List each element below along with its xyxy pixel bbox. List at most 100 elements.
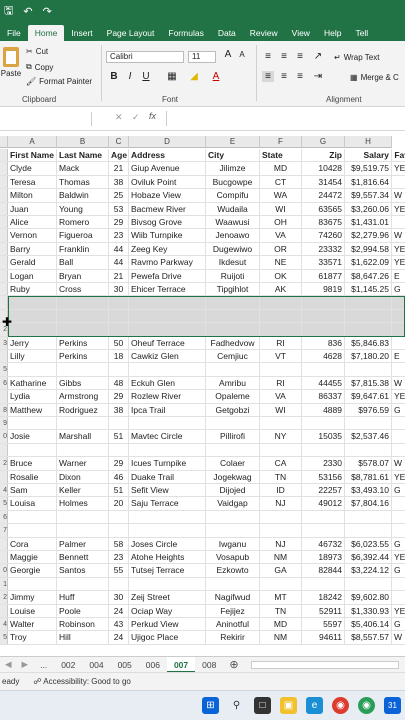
cell[interactable]: Bacmew River xyxy=(129,202,206,215)
row-header[interactable] xyxy=(0,443,8,457)
indent-icon[interactable]: ⇥ xyxy=(312,71,324,82)
fill-color-icon[interactable]: ◢ xyxy=(188,71,200,82)
cell[interactable]: Young xyxy=(57,202,109,215)
row-header[interactable]: 2 xyxy=(0,591,8,604)
cell[interactable] xyxy=(129,577,206,591)
cell[interactable]: Ezkowto xyxy=(206,564,260,577)
cell[interactable] xyxy=(392,578,405,590)
cell[interactable]: $6,392.44 xyxy=(345,551,392,564)
cell[interactable]: Duake Trail xyxy=(129,470,206,483)
cell[interactable]: $9,647.61 xyxy=(345,390,392,403)
cell[interactable]: CT xyxy=(260,175,302,189)
cell[interactable]: Giup Avenue xyxy=(129,162,206,175)
cell[interactable]: 24 xyxy=(109,604,129,617)
cell[interactable] xyxy=(206,309,260,323)
cell[interactable]: 836 xyxy=(302,336,345,349)
cell[interactable]: Barry xyxy=(8,242,57,256)
cell[interactable]: Perkins xyxy=(57,350,109,363)
row-header[interactable] xyxy=(0,216,8,229)
cell[interactable] xyxy=(392,497,405,509)
tab-page-layout[interactable]: Page Layout xyxy=(100,25,162,41)
row-header[interactable]: 2 xyxy=(0,457,8,470)
row-header[interactable] xyxy=(0,229,8,242)
column-title[interactable]: Salary xyxy=(345,149,392,162)
align-right-icon[interactable]: ≡ xyxy=(294,71,306,82)
cell[interactable]: 23332 xyxy=(302,242,345,256)
cell[interactable]: NM xyxy=(260,631,302,644)
cell[interactable]: Georgie xyxy=(8,564,57,577)
cell[interactable] xyxy=(8,323,57,336)
cell[interactable]: Jenoawo xyxy=(206,229,260,242)
cell[interactable] xyxy=(8,417,57,430)
cell[interactable]: 43 xyxy=(109,618,129,631)
cell[interactable]: YE xyxy=(392,551,405,563)
row-header[interactable]: 7 xyxy=(0,524,8,537)
cell[interactable]: $2,279.96 xyxy=(345,229,392,242)
cell[interactable]: TN xyxy=(260,470,302,483)
cell[interactable]: Figueroa xyxy=(57,229,109,242)
cell[interactable]: Rodriguez xyxy=(57,403,109,416)
row-header[interactable]: 3 xyxy=(0,336,8,349)
cell[interactable]: Pillirofi xyxy=(206,430,260,443)
app-icon[interactable]: ◉ xyxy=(358,697,375,714)
column-title[interactable]: Fav xyxy=(392,149,405,161)
cell[interactable]: Baldwin xyxy=(57,189,109,202)
cell[interactable]: Ociap Way xyxy=(129,604,206,617)
cell[interactable]: 83675 xyxy=(302,216,345,229)
merge-center-button[interactable]: ▦ Merge & C xyxy=(350,73,399,82)
cell[interactable]: Lydia xyxy=(8,390,57,403)
cell[interactable] xyxy=(302,443,345,457)
cell[interactable]: 58 xyxy=(109,537,129,550)
cell[interactable] xyxy=(109,417,129,430)
cell[interactable]: 10428 xyxy=(302,162,345,175)
cell[interactable]: 44 xyxy=(109,256,129,269)
cell[interactable]: $7,804.16 xyxy=(345,497,392,510)
cell[interactable]: Oviluk Point xyxy=(129,175,206,189)
cell[interactable]: Rosalie xyxy=(8,470,57,483)
cell[interactable] xyxy=(206,323,260,336)
cell[interactable]: 18 xyxy=(109,350,129,363)
italic-button[interactable]: I xyxy=(124,71,136,82)
cell[interactable] xyxy=(302,417,345,430)
tab-tell[interactable]: Tell xyxy=(348,25,375,41)
cell[interactable]: Keller xyxy=(57,484,109,497)
cell[interactable]: YE xyxy=(392,243,405,255)
cell[interactable]: YE xyxy=(392,471,405,483)
cell[interactable]: Fadhedvow xyxy=(206,336,260,349)
cell[interactable]: 4889 xyxy=(302,403,345,416)
cell[interactable]: Nagifwud xyxy=(206,591,260,604)
row-header[interactable] xyxy=(0,296,8,309)
column-title[interactable]: Zip xyxy=(302,149,345,162)
cell[interactable]: E xyxy=(392,350,405,362)
cell[interactable]: G xyxy=(392,484,405,496)
orientation-icon[interactable]: ↗ xyxy=(312,51,324,62)
cell[interactable]: 63565 xyxy=(302,202,345,215)
calendar-icon[interactable]: 31 xyxy=(384,697,401,714)
row-header[interactable] xyxy=(0,242,8,256)
copy-button[interactable]: ⧉ Copy xyxy=(26,62,53,72)
cell[interactable] xyxy=(392,417,405,429)
row-header[interactable] xyxy=(0,537,8,550)
cell[interactable] xyxy=(345,309,392,323)
cell[interactable]: Icues Turnpike xyxy=(129,457,206,470)
cell[interactable]: Pewefa Drive xyxy=(129,269,206,282)
cell[interactable]: Jerry xyxy=(8,336,57,349)
cell[interactable] xyxy=(260,577,302,591)
cell[interactable] xyxy=(57,323,109,336)
cell[interactable] xyxy=(302,510,345,524)
column-header-d[interactable]: D xyxy=(129,136,206,148)
cell[interactable]: Getgobzi xyxy=(206,403,260,416)
cell[interactable]: $2,537.46 xyxy=(345,430,392,443)
cell[interactable]: $7,180.20 xyxy=(345,350,392,363)
cell[interactable]: Romero xyxy=(57,216,109,229)
cell[interactable]: $976.59 xyxy=(345,403,392,416)
cell[interactable] xyxy=(206,296,260,309)
cell[interactable]: Ruby xyxy=(8,283,57,296)
cell[interactable] xyxy=(392,430,405,442)
cell[interactable] xyxy=(8,309,57,323)
align-top-icon[interactable]: ≡ xyxy=(262,51,274,62)
cell[interactable]: Katharine xyxy=(8,376,57,390)
cell[interactable] xyxy=(260,323,302,336)
cell[interactable]: Bruce xyxy=(8,457,57,470)
cell[interactable]: G xyxy=(392,404,405,416)
